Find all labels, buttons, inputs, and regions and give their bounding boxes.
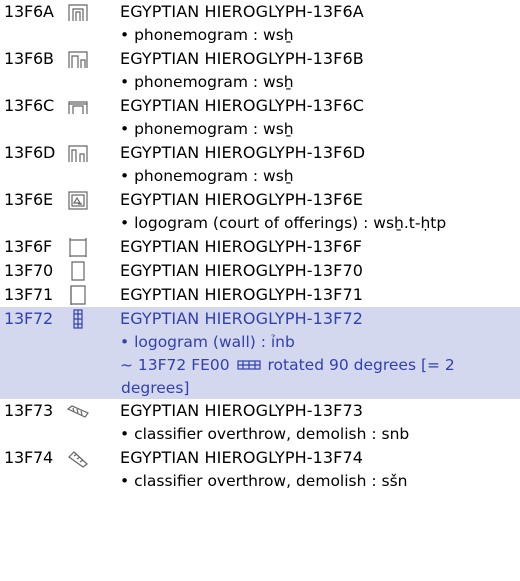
glyph-name: EGYPTIAN HIEROGLYPH-13F72 (120, 309, 364, 328)
code-point: 13F74 (4, 448, 53, 467)
variant-continuation: degrees] (121, 379, 190, 397)
list-item-selected[interactable]: 13F72 EGYPTIAN HIEROGLYPH-13F72 • logogr… (0, 307, 520, 399)
glyph-note: • logogram (wall) : ỉnb (120, 333, 295, 351)
glyph-note: • classifier overthrow, demolish : snb (120, 425, 410, 443)
hieroglyph-13F6A-icon (66, 2, 90, 22)
code-point: 13F6C (4, 96, 54, 115)
hieroglyph-13F74-icon (66, 448, 90, 468)
list-item[interactable]: 13F74 EGYPTIAN HIEROGLYPH-13F74 • classi… (0, 446, 520, 493)
glyph-name: EGYPTIAN HIEROGLYPH-13F6A (120, 2, 364, 21)
glyph-name: EGYPTIAN HIEROGLYPH-13F71 (120, 285, 364, 304)
glyph-name: EGYPTIAN HIEROGLYPH-13F6E (120, 190, 363, 209)
glyph-list: 13F6A EGYPTIAN HIEROGLYPH-13F6A • phonem… (0, 0, 520, 493)
list-item[interactable]: 13F6C EGYPTIAN HIEROGLYPH-13F6C • phonem… (0, 94, 520, 141)
list-item[interactable]: 13F6E EGYPTIAN HIEROGLYPH-13F6E • logogr… (0, 188, 520, 235)
code-point: 13F73 (4, 401, 53, 420)
code-point: 13F6E (4, 190, 53, 209)
code-point: 13F6F (4, 237, 52, 256)
list-item[interactable]: 13F6A EGYPTIAN HIEROGLYPH-13F6A • phonem… (0, 0, 520, 47)
glyph-name: EGYPTIAN HIEROGLYPH-13F6B (120, 49, 364, 68)
code-point: 13F6A (4, 2, 54, 21)
code-point: 13F71 (4, 285, 53, 304)
hieroglyph-13F6F-icon (66, 237, 90, 257)
code-point: 13F6B (4, 49, 54, 68)
list-item[interactable]: 13F6D EGYPTIAN HIEROGLYPH-13F6D • phonem… (0, 141, 520, 188)
hieroglyph-13F73-icon (66, 401, 90, 421)
glyph-name: EGYPTIAN HIEROGLYPH-13F6F (120, 237, 363, 256)
hieroglyph-13F6B-icon (66, 49, 90, 69)
list-item[interactable]: 13F6B EGYPTIAN HIEROGLYPH-13F6B • phonem… (0, 47, 520, 94)
glyph-note: • phonemogram : wsẖ (120, 26, 294, 44)
list-item[interactable]: 13F73 EGYPTIAN HIEROGLYPH-13F73 • classi… (0, 399, 520, 446)
glyph-note: • logogram (court of offerings) : wsẖ.t-… (120, 214, 447, 232)
code-point: 13F70 (4, 261, 53, 280)
list-item[interactable]: 13F70 EGYPTIAN HIEROGLYPH-13F70 (0, 259, 520, 283)
variant-description: rotated 90 degrees [= 2 (267, 356, 455, 374)
code-point: 13F6D (4, 143, 56, 162)
rotated-hieroglyph-icon (236, 358, 261, 372)
glyph-note: • classifier overthrow, demolish : sšn (120, 472, 408, 490)
glyph-name: EGYPTIAN HIEROGLYPH-13F73 (120, 401, 364, 420)
hieroglyph-13F70-icon (66, 261, 90, 281)
list-item[interactable]: 13F71 EGYPTIAN HIEROGLYPH-13F71 (0, 283, 520, 307)
glyph-note: • phonemogram : wsẖ (120, 120, 294, 138)
list-item[interactable]: 13F6F EGYPTIAN HIEROGLYPH-13F6F (0, 235, 520, 259)
hieroglyph-13F6E-icon (66, 190, 90, 210)
code-point: 13F72 (4, 309, 53, 328)
variant-note: ~ 13F72 FE00 rotated 90 degrees [= 2 (0, 354, 520, 377)
glyph-name: EGYPTIAN HIEROGLYPH-13F6D (120, 143, 366, 162)
glyph-name: EGYPTIAN HIEROGLYPH-13F6C (120, 96, 365, 115)
glyph-note: • phonemogram : wsẖ (120, 73, 294, 91)
hieroglyph-13F71-icon (66, 285, 90, 305)
glyph-name: EGYPTIAN HIEROGLYPH-13F70 (120, 261, 364, 280)
hieroglyph-13F6C-icon (66, 96, 90, 116)
glyph-note: • phonemogram : wsẖ (120, 167, 294, 185)
variant-sequence: ~ 13F72 FE00 (120, 356, 230, 374)
glyph-name: EGYPTIAN HIEROGLYPH-13F74 (120, 448, 364, 467)
hieroglyph-13F72-icon (66, 309, 90, 329)
hieroglyph-13F6D-icon (66, 143, 90, 163)
